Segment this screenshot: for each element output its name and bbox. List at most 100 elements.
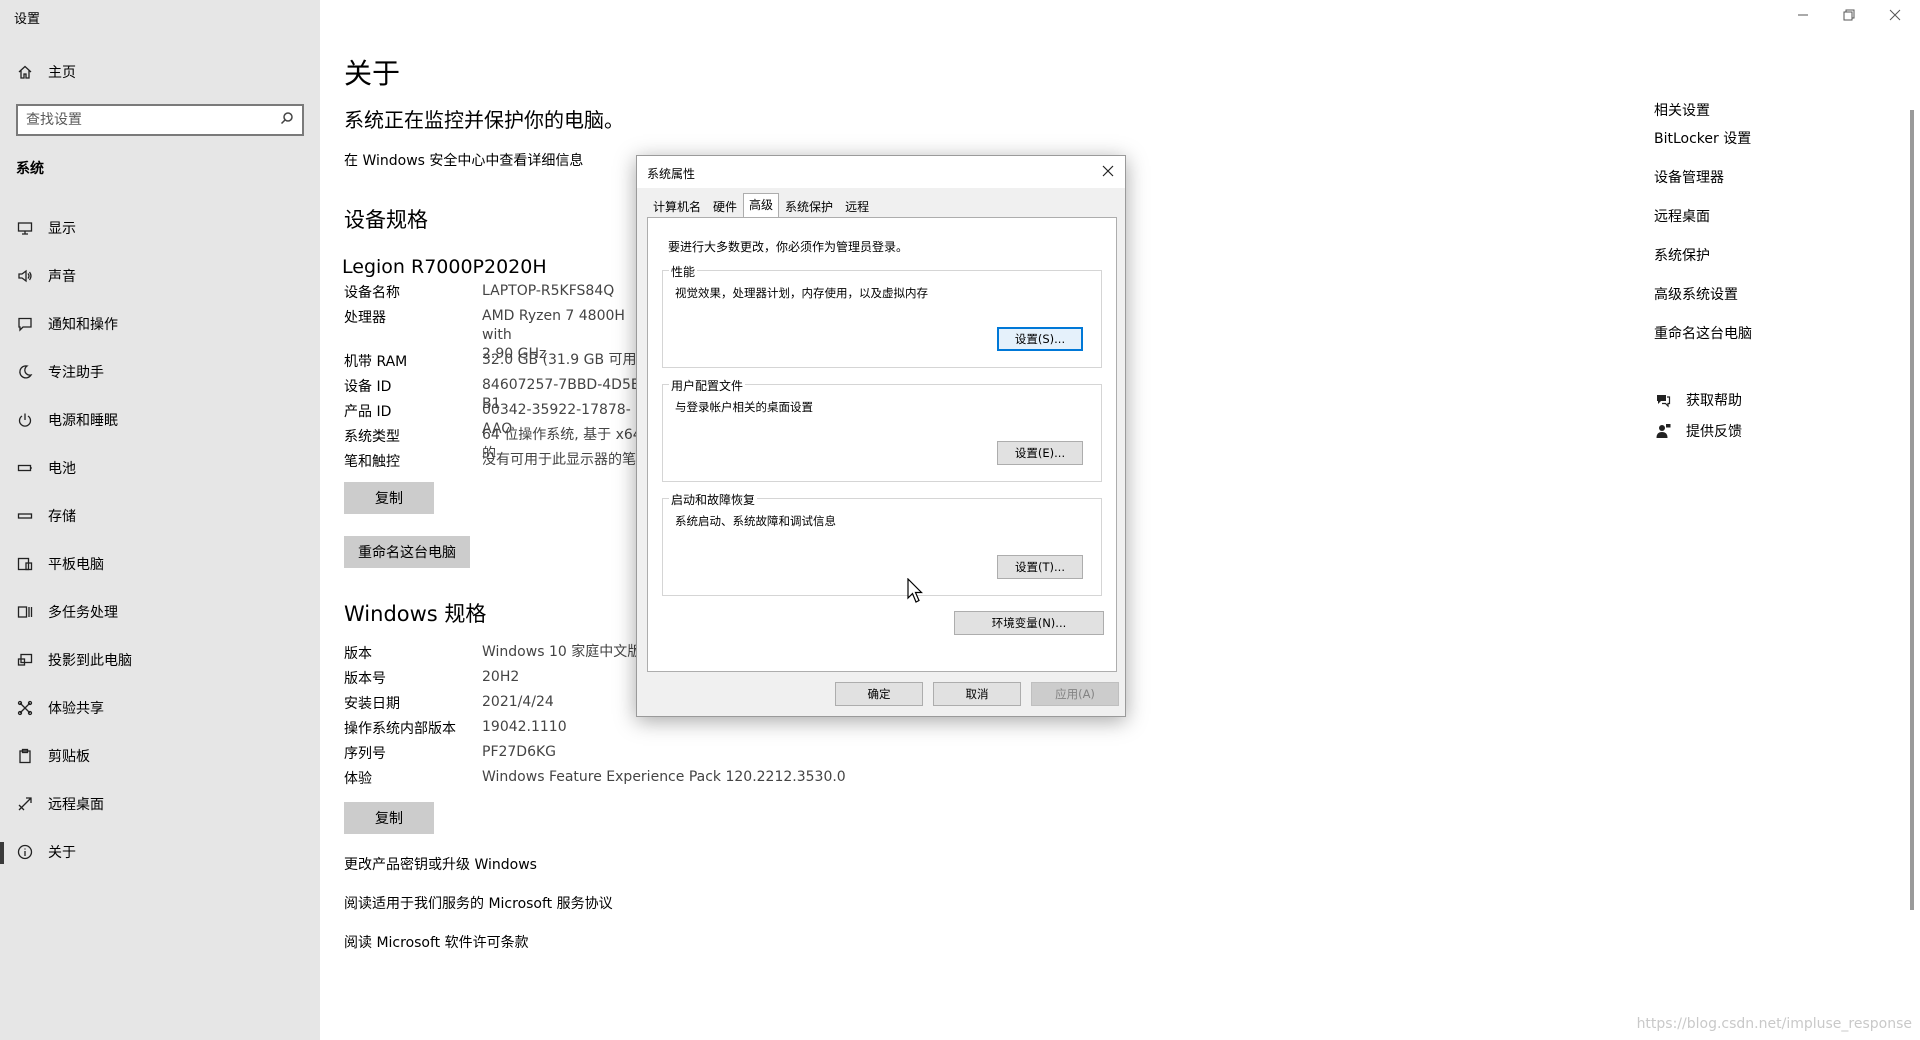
tablet-icon [14, 553, 36, 575]
restore-button[interactable] [1830, 4, 1868, 30]
group-description: 系统启动、系统故障和调试信息 [675, 514, 836, 528]
power-icon [14, 409, 36, 431]
spec-key: 安装日期 [344, 696, 400, 712]
spec-row: 系统类型 64 位操作系统, 基于 x64 的 [344, 426, 652, 462]
battery-icon [14, 457, 36, 479]
copy-device-specs-button[interactable]: 复制 [344, 482, 434, 514]
info-icon [14, 841, 36, 863]
sidebar-item-label: 剪贴板 [48, 749, 90, 765]
display-icon [14, 217, 36, 239]
close-icon [1102, 165, 1114, 180]
sidebar-item-tablet[interactable]: 平板电脑 [0, 540, 320, 588]
group-description: 与登录帐户相关的桌面设置 [675, 400, 813, 414]
sidebar-item-notifications[interactable]: 通知和操作 [0, 300, 320, 348]
spec-key: 处理器 [344, 310, 386, 326]
spec-value: LAPTOP-R5KFS84Q [482, 283, 615, 299]
rename-pc-button[interactable]: 重命名这台电脑 [344, 536, 470, 568]
spec-row: 笔和触控 没有可用于此显示器的笔 [344, 451, 652, 476]
copy-windows-specs-button[interactable]: 复制 [344, 802, 434, 834]
user-profiles-settings-button[interactable]: 设置(E)... [997, 441, 1083, 465]
sidebar-item-battery[interactable]: 电池 [0, 444, 320, 492]
search-icon[interactable] [280, 111, 294, 129]
cancel-button[interactable]: 取消 [933, 682, 1021, 706]
sidebar-item-storage[interactable]: 存储 [0, 492, 320, 540]
spec-key: 设备 ID [344, 379, 392, 395]
tab-computer-name[interactable]: 计算机名 [647, 195, 707, 217]
sidebar-item-label: 多任务处理 [48, 605, 118, 621]
sidebar-item-home[interactable]: 主页 [0, 58, 320, 86]
spec-key: 版本 [344, 646, 372, 662]
spec-key: 序列号 [344, 746, 386, 762]
admin-note: 要进行大多数更改，你必须作为管理员登录。 [668, 240, 909, 254]
dialog-close-button[interactable] [1095, 159, 1121, 185]
group-title: 性能 [669, 263, 698, 280]
spec-value: Windows Feature Experience Pack 120.2212… [482, 769, 846, 785]
give-feedback-link[interactable]: 提供反馈 [1654, 421, 1742, 441]
device-manager-link[interactable]: 设备管理器 [1654, 167, 1724, 187]
related-settings: 相关设置 BitLocker 设置 设备管理器 远程桌面 系统保护 高级系统设置… [1654, 0, 1894, 1040]
advanced-system-settings-link[interactable]: 高级系统设置 [1654, 284, 1738, 304]
environment-variables-button[interactable]: 环境变量(N)... [954, 611, 1104, 635]
minimize-button[interactable] [1784, 4, 1822, 30]
scrollbar[interactable] [1910, 110, 1914, 910]
license-terms-link[interactable]: 阅读 Microsoft 软件许可条款 [344, 932, 529, 952]
user-profiles-group: 用户配置文件 与登录帐户相关的桌面设置 设置(E)... [662, 377, 1102, 482]
change-product-key-link[interactable]: 更改产品密钥或升级 Windows [344, 854, 537, 874]
startup-recovery-group: 启动和故障恢复 系统启动、系统故障和调试信息 设置(T)... [662, 491, 1102, 596]
help-chat-icon [1654, 391, 1672, 409]
sidebar-item-label: 存储 [48, 509, 76, 525]
sidebar-item-display[interactable]: 显示 [0, 204, 320, 252]
spec-key: 操作系统内部版本 [344, 721, 456, 737]
group-description: 视觉效果，处理器计划，内存使用，以及虚拟内存 [675, 286, 928, 300]
spec-row: 体验 Windows Feature Experience Pack 120.2… [344, 768, 882, 793]
remote-desktop-link[interactable]: 远程桌面 [1654, 206, 1710, 226]
spec-row: 处理器 AMD Ryzen 7 4800H with 2.90 GHz [344, 307, 652, 362]
performance-group: 性能 视觉效果，处理器计划，内存使用，以及虚拟内存 设置(S)... [662, 263, 1102, 368]
mouse-cursor-icon [907, 578, 923, 603]
home-icon [14, 61, 36, 83]
bitlocker-settings-link[interactable]: BitLocker 设置 [1654, 128, 1751, 148]
sidebar-item-label: 通知和操作 [48, 317, 118, 333]
security-status: 系统正在监控并保护你的电脑。 [344, 108, 624, 132]
sidebar-item-remote-desktop[interactable]: 远程桌面 [0, 780, 320, 828]
storage-icon [14, 505, 36, 527]
restore-icon [1843, 9, 1855, 25]
ok-button[interactable]: 确定 [835, 682, 923, 706]
tab-remote[interactable]: 远程 [839, 195, 875, 217]
sidebar-item-multitasking[interactable]: 多任务处理 [0, 588, 320, 636]
close-button[interactable] [1876, 4, 1914, 30]
share-icon [14, 697, 36, 719]
system-protection-link[interactable]: 系统保护 [1654, 245, 1710, 265]
sidebar-item-label: 主页 [48, 65, 76, 81]
spec-row: 操作系统内部版本 19042.1110 [344, 718, 882, 743]
spec-row: 设备 ID 84607257-7BBD-4D5E-B1 [344, 376, 652, 412]
speaker-icon [14, 265, 36, 287]
sidebar-item-clipboard[interactable]: 剪贴板 [0, 732, 320, 780]
service-agreement-link[interactable]: 阅读适用于我们服务的 Microsoft 服务协议 [344, 893, 613, 913]
startup-recovery-settings-button[interactable]: 设置(T)... [997, 555, 1083, 579]
get-help-link[interactable]: 获取帮助 [1654, 390, 1742, 410]
sidebar-item-project[interactable]: 投影到此电脑 [0, 636, 320, 684]
tab-hardware[interactable]: 硬件 [707, 195, 743, 217]
tab-system-protection[interactable]: 系统保护 [779, 195, 839, 217]
sidebar-item-label: 远程桌面 [48, 797, 104, 813]
device-model: Legion R7000P2020H [342, 256, 547, 278]
feedback-person-icon [1654, 422, 1672, 440]
apply-button[interactable]: 应用(A) [1031, 682, 1119, 706]
search-box[interactable] [16, 104, 304, 136]
sidebar-item-power-sleep[interactable]: 电源和睡眠 [0, 396, 320, 444]
minimize-icon [1797, 9, 1809, 25]
device-specs-heading: 设备规格 [344, 208, 428, 232]
tab-advanced[interactable]: 高级 [743, 193, 780, 218]
sidebar-item-focus-assist[interactable]: 专注助手 [0, 348, 320, 396]
dialog-titlebar[interactable]: 系统属性 [637, 156, 1125, 188]
performance-settings-button[interactable]: 设置(S)... [997, 327, 1083, 351]
sidebar-item-label: 专注助手 [48, 365, 104, 381]
sidebar-item-about[interactable]: 关于 [0, 828, 320, 876]
rename-pc-link[interactable]: 重命名这台电脑 [1654, 323, 1752, 343]
section-label: 系统 [16, 161, 44, 177]
security-center-link[interactable]: 在 Windows 安全中心中查看详细信息 [344, 150, 583, 170]
sidebar-item-shared-experience[interactable]: 体验共享 [0, 684, 320, 732]
sidebar-item-sound[interactable]: 声音 [0, 252, 320, 300]
search-input[interactable] [26, 112, 280, 128]
